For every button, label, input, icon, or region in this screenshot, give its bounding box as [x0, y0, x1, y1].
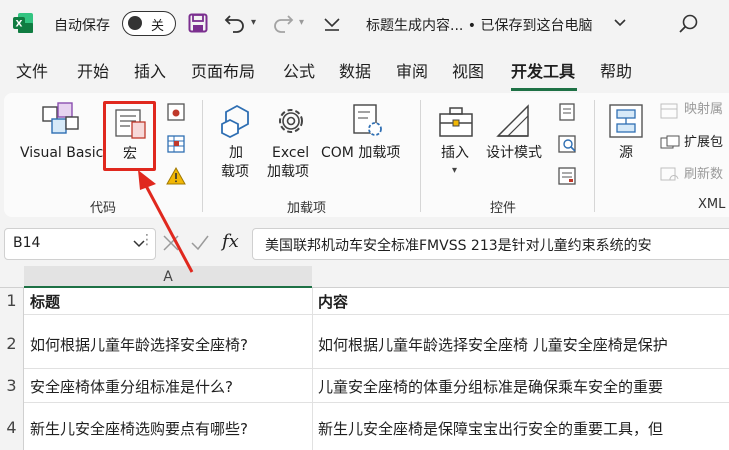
- macro-highlight-box: [103, 101, 156, 171]
- addins-line1[interactable]: 加: [229, 144, 243, 162]
- row-header[interactable]: 3: [0, 368, 24, 402]
- tab-review[interactable]: 审阅: [396, 58, 428, 82]
- design-mode-button[interactable]: 设计模式: [486, 144, 542, 162]
- active-tab-indicator: [511, 88, 577, 91]
- tab-page-layout[interactable]: 页面布局: [191, 58, 255, 82]
- cell-b2[interactable]: 如何根据儿童年龄选择安全座椅 儿童安全座椅是保护: [318, 334, 729, 355]
- formula-input[interactable]: 美国联邦机动车安全标准FMVSS 213是针对儿童约束系统的安: [252, 228, 729, 260]
- cell-a1[interactable]: 标题: [30, 291, 310, 312]
- visual-basic-icon: [42, 102, 79, 134]
- cell-a2[interactable]: 如何根据儿童年龄选择安全座椅?: [30, 334, 310, 355]
- formula-content: 美国联邦机动车安全标准FMVSS 213是针对儿童约束系统的安: [265, 238, 652, 254]
- record-macro-icon[interactable]: [166, 102, 186, 122]
- title-bar: X 自动保存 关 ▾ ▾ 标题生成内容... • 已保存到这台电脑: [0, 0, 729, 48]
- chevron-down-icon[interactable]: [614, 18, 626, 28]
- toggle-state: 关: [151, 19, 165, 34]
- excel-logo-icon: X: [13, 13, 33, 33]
- cell-a4[interactable]: 新生儿安全座椅选购要点有哪些?: [30, 418, 310, 439]
- addins-line2[interactable]: 载项: [221, 163, 249, 181]
- excel-addins-line1[interactable]: Excel: [272, 144, 309, 162]
- tab-formulas[interactable]: 公式: [283, 58, 315, 82]
- tab-developer[interactable]: 开发工具: [511, 58, 575, 82]
- refresh-data-icon: [660, 167, 679, 181]
- xml-source-button[interactable]: 源: [619, 144, 633, 162]
- run-dialog-icon[interactable]: [557, 166, 577, 186]
- undo-dropdown-icon[interactable]: ▾: [251, 17, 256, 28]
- controls-group-label: 控件: [490, 201, 517, 216]
- addins-group-label: 加载项: [287, 201, 327, 216]
- view-code-icon[interactable]: [557, 134, 577, 154]
- properties-icon[interactable]: [557, 102, 577, 122]
- save-icon[interactable]: [188, 13, 208, 33]
- insert-function-button[interactable]: fx: [222, 231, 239, 252]
- toolbox-icon: [439, 107, 473, 137]
- row-divider: [24, 314, 729, 315]
- insert-dropdown-icon[interactable]: ▾: [452, 165, 457, 176]
- column-header-b[interactable]: [312, 266, 729, 288]
- code-group-label: 代码: [90, 201, 117, 216]
- row-header[interactable]: 1: [0, 288, 24, 314]
- redo-dropdown-icon[interactable]: ▾: [299, 17, 304, 28]
- autosave-label: 自动保存: [54, 18, 110, 34]
- name-box-value: B14: [13, 235, 41, 251]
- customize-toolbar-icon[interactable]: [322, 14, 342, 34]
- annotation-arrow-icon: [138, 170, 194, 273]
- xml-group-label: XML: [698, 197, 726, 212]
- tab-view[interactable]: 视图: [452, 58, 484, 82]
- insert-control-button[interactable]: 插入: [441, 144, 469, 162]
- redo-icon[interactable]: [272, 12, 294, 34]
- undo-icon[interactable]: [224, 12, 246, 34]
- refresh-data-button[interactable]: 刷新数: [684, 166, 723, 184]
- row-header[interactable]: 2: [0, 314, 24, 368]
- group-separator: [420, 100, 421, 212]
- com-addins-icon: [353, 104, 382, 136]
- document-title[interactable]: 标题生成内容... • 已保存到这台电脑: [366, 15, 593, 35]
- tab-home[interactable]: 开始: [77, 58, 109, 82]
- row-header[interactable]: 4: [0, 402, 24, 450]
- cell-a3[interactable]: 安全座椅体重分组标准是什么?: [30, 376, 310, 397]
- tab-insert[interactable]: 插入: [134, 58, 166, 82]
- addins-icon: [221, 104, 249, 139]
- column-divider: [312, 288, 313, 450]
- expansion-pack-icon: [660, 135, 680, 149]
- visual-basic-button[interactable]: Visual Basic: [20, 144, 103, 162]
- com-addins-button[interactable]: COM 加载项: [321, 144, 400, 162]
- relative-reference-icon[interactable]: [166, 134, 186, 154]
- cell-b4[interactable]: 新生儿安全座椅是保障宝宝出行安全的重要工具，但: [318, 418, 729, 439]
- group-separator: [202, 100, 203, 212]
- map-properties-button[interactable]: 映射属: [684, 101, 723, 119]
- expansion-pack-button[interactable]: 扩展包: [684, 134, 723, 152]
- cell-b1[interactable]: 内容: [318, 291, 729, 312]
- gear-icon: [279, 109, 303, 133]
- group-separator: [594, 100, 595, 212]
- row-divider: [24, 368, 729, 369]
- map-properties-icon: [660, 103, 678, 119]
- row-divider: [24, 402, 729, 403]
- tab-help[interactable]: 帮助: [600, 58, 632, 82]
- toggle-knob: [128, 16, 142, 30]
- excel-addins-line2[interactable]: 加载项: [267, 163, 309, 181]
- tab-file[interactable]: 文件: [16, 58, 48, 82]
- xml-source-icon: [609, 104, 643, 138]
- search-icon[interactable]: [678, 13, 700, 35]
- svg-text:X: X: [16, 20, 23, 30]
- autosave-toggle[interactable]: 关: [122, 11, 176, 36]
- select-all-corner[interactable]: [0, 266, 24, 288]
- cell-b3[interactable]: 儿童安全座椅的体重分组标准是确保乘车安全的重要: [318, 376, 729, 397]
- design-mode-icon: [496, 104, 529, 137]
- tab-data[interactable]: 数据: [339, 58, 371, 82]
